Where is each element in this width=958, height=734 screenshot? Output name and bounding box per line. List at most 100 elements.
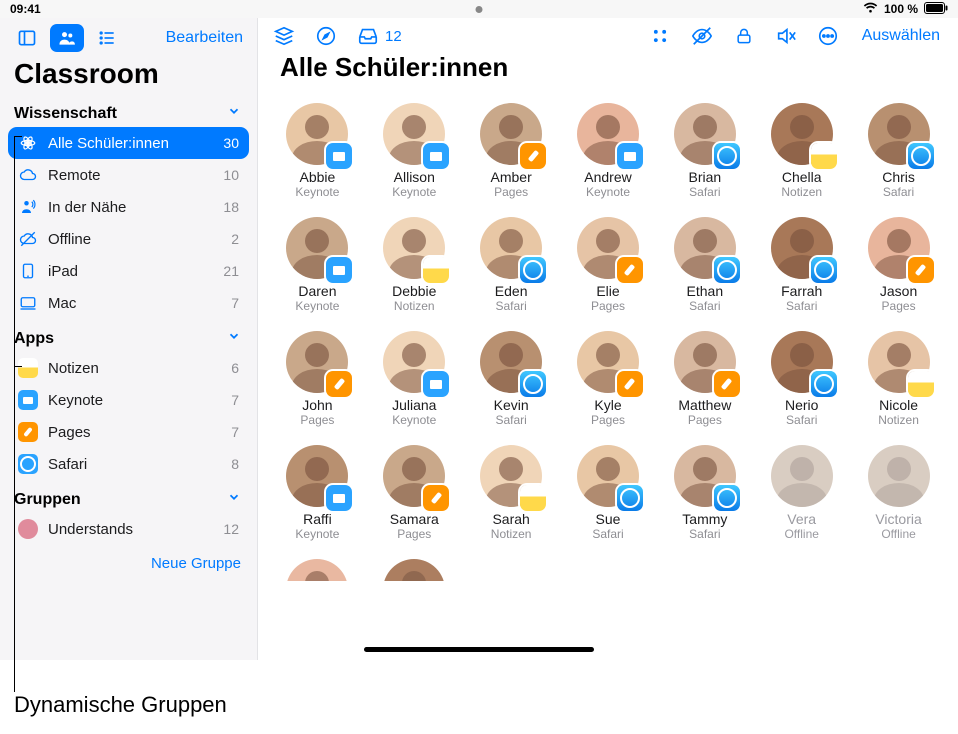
student-status: Pages (474, 185, 549, 199)
student-name: Nerio (764, 397, 839, 413)
list-view-button[interactable] (90, 24, 124, 52)
sidebar-item-offline[interactable]: Offline2 (8, 223, 249, 255)
grid-icon[interactable] (648, 24, 672, 48)
student-card[interactable]: MatthewPages (667, 331, 742, 427)
sidebar-item-label: Pages (48, 424, 91, 441)
student-avatar (383, 559, 445, 581)
apps-filter-list: Notizen6Keynote7Pages7 Safari 8 (0, 352, 257, 486)
keynote-app-icon (617, 143, 643, 169)
sidebar-group-understands[interactable]: Understands12 (8, 513, 249, 545)
student-status: Notizen (474, 527, 549, 541)
student-card[interactable]: VeraOffline (764, 445, 839, 541)
student-card[interactable]: SarahNotizen (474, 445, 549, 541)
student-card[interactable]: AmberPages (474, 103, 549, 199)
student-card[interactable]: SamaraPages (377, 445, 452, 541)
student-card[interactable]: EliePages (571, 217, 646, 313)
sidebar-toggle-button[interactable] (10, 24, 44, 52)
sidebar-item-remote[interactable]: Remote10 (8, 159, 249, 191)
student-card[interactable]: AllisonKeynote (377, 103, 452, 199)
student-card[interactable]: VictoriaOffline (861, 445, 936, 541)
sidebar-item-count: 12 (223, 521, 239, 537)
keynote-app-icon (326, 485, 352, 511)
safari-app-icon (811, 371, 837, 397)
student-card[interactable]: AndrewKeynote (571, 103, 646, 199)
student-card[interactable]: NerioSafari (764, 331, 839, 427)
notes-app-icon (908, 371, 934, 397)
lock-icon[interactable] (732, 24, 756, 48)
eye-slash-icon[interactable] (690, 24, 714, 48)
student-card[interactable]: FarrahSafari (764, 217, 839, 313)
new-group-button[interactable]: Neue Gruppe (0, 551, 257, 580)
student-name: Jason (861, 283, 936, 299)
student-card[interactable]: JohnPages (280, 331, 355, 427)
student-status: Safari (764, 413, 839, 427)
student-card[interactable]: TammySafari (667, 445, 742, 541)
student-status: Safari (667, 185, 742, 199)
select-button[interactable]: Auswählen (858, 27, 944, 45)
sidebar-item-ipad[interactable]: iPad21 (8, 255, 249, 287)
student-card[interactable]: RaffiKeynote (280, 445, 355, 541)
student-card[interactable]: JasonPages (861, 217, 936, 313)
sidebar-app-keynote[interactable]: Keynote7 (8, 384, 249, 416)
compass-icon[interactable] (314, 24, 338, 48)
chevron-down-icon (227, 104, 241, 123)
student-card[interactable]: BrianSafari (667, 103, 742, 199)
edit-button[interactable]: Bearbeiten (162, 29, 247, 47)
status-time: 09:41 (10, 2, 41, 16)
inbox-button[interactable]: 12 (356, 24, 402, 48)
section-apps-header[interactable]: Apps (0, 325, 257, 352)
student-card[interactable]: DebbieNotizen (377, 217, 452, 313)
notes-app-icon (520, 485, 546, 511)
battery-icon (924, 2, 948, 17)
student-name: Brian (667, 169, 742, 185)
sidebar-app-safari[interactable]: Safari 8 (8, 448, 249, 480)
student-card[interactable]: NicoleNotizen (861, 331, 936, 427)
main-panel: 12 (258, 18, 958, 660)
person-wave-icon (18, 197, 38, 217)
section-class-header[interactable]: Wissenschaft (0, 100, 257, 127)
people-view-button[interactable] (50, 24, 84, 52)
sidebar-item-count: 18 (223, 199, 239, 215)
student-card[interactable]: KylePages (571, 331, 646, 427)
sidebar-item-alle-sch-ler-innen[interactable]: Alle Schüler:innen30 (8, 127, 249, 159)
student-card[interactable] (280, 559, 355, 581)
sidebar-item-count: 21 (223, 263, 239, 279)
sidebar-app-pages[interactable]: Pages7 (8, 416, 249, 448)
section-groups-header[interactable]: Gruppen (0, 486, 257, 513)
sidebar-item-in-der-n-he[interactable]: In der Nähe18 (8, 191, 249, 223)
home-indicator (364, 647, 594, 652)
student-card[interactable]: EdenSafari (474, 217, 549, 313)
stack-icon[interactable] (272, 24, 296, 48)
student-status: Keynote (377, 413, 452, 427)
student-card[interactable]: ChrisSafari (861, 103, 936, 199)
student-name: Amber (474, 169, 549, 185)
student-card[interactable]: ChellaNotizen (764, 103, 839, 199)
sidebar-app-notes[interactable]: Notizen6 (8, 352, 249, 384)
student-card[interactable]: EthanSafari (667, 217, 742, 313)
sidebar-item-mac[interactable]: Mac7 (8, 287, 249, 319)
student-status: Pages (667, 413, 742, 427)
student-status: Safari (667, 527, 742, 541)
student-name: Andrew (571, 169, 646, 185)
main-toolbar: 12 (258, 18, 958, 50)
callout-line (14, 136, 15, 692)
student-status: Keynote (377, 185, 452, 199)
student-card[interactable]: AbbieKeynote (280, 103, 355, 199)
notes-app-icon (423, 257, 449, 283)
student-card[interactable] (377, 559, 452, 581)
student-card[interactable]: JulianaKeynote (377, 331, 452, 427)
student-card[interactable]: KevinSafari (474, 331, 549, 427)
sidebar-item-count: 8 (231, 456, 239, 472)
keynote-app-icon (326, 257, 352, 283)
safari-app-icon (714, 257, 740, 283)
student-card[interactable]: DarenKeynote (280, 217, 355, 313)
student-card[interactable]: SueSafari (571, 445, 646, 541)
notes-app-icon (18, 358, 38, 378)
mute-icon[interactable] (774, 24, 798, 48)
more-icon[interactable] (816, 24, 840, 48)
student-name: Tammy (667, 511, 742, 527)
pages-app-icon (617, 257, 643, 283)
student-status: Safari (474, 413, 549, 427)
sidebar-item-label: Safari (48, 456, 87, 473)
student-status: Keynote (280, 527, 355, 541)
